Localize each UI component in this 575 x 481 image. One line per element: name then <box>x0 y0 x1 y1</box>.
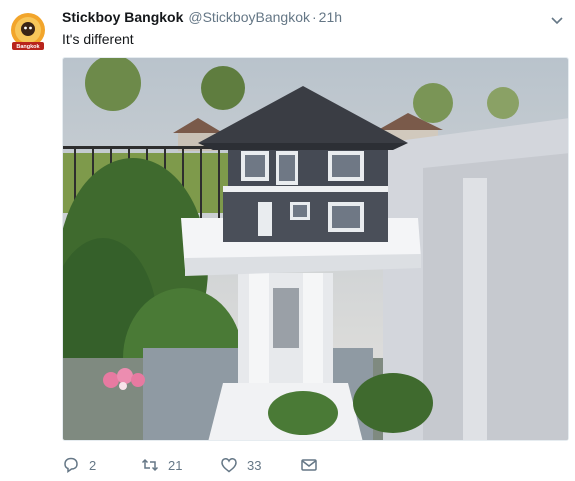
tweet: Bangkok Stickboy Bangkok @StickboyBangko… <box>0 0 575 481</box>
tweet-photo[interactable] <box>62 57 569 441</box>
tweet-header: Stickboy Bangkok @StickboyBangkok · 21h <box>62 9 342 29</box>
reply-button[interactable]: 2 <box>62 456 141 474</box>
avatar[interactable]: Bangkok <box>8 12 48 52</box>
chevron-down-icon[interactable] <box>549 12 565 28</box>
spirit-house-photo <box>63 58 568 440</box>
like-button[interactable]: 33 <box>220 456 300 474</box>
retweet-icon <box>141 458 159 472</box>
reply-count: 2 <box>89 457 97 473</box>
envelope-icon <box>301 459 317 471</box>
tweet-actions: 2 21 33 <box>62 455 318 475</box>
like-count: 33 <box>247 457 262 473</box>
separator-dot: · <box>311 9 317 25</box>
heart-icon <box>221 458 237 473</box>
display-name[interactable]: Stickboy Bangkok <box>62 9 183 25</box>
user-handle[interactable]: @StickboyBangkok <box>188 9 310 25</box>
retweet-count: 21 <box>168 457 183 473</box>
retweet-button[interactable]: 21 <box>141 456 220 474</box>
tweet-timestamp[interactable]: 21h <box>319 9 342 25</box>
direct-message-button[interactable] <box>300 456 318 474</box>
reply-icon <box>64 457 78 473</box>
avatar-label: Bangkok <box>16 44 40 50</box>
tweet-text: It's different <box>62 31 134 47</box>
